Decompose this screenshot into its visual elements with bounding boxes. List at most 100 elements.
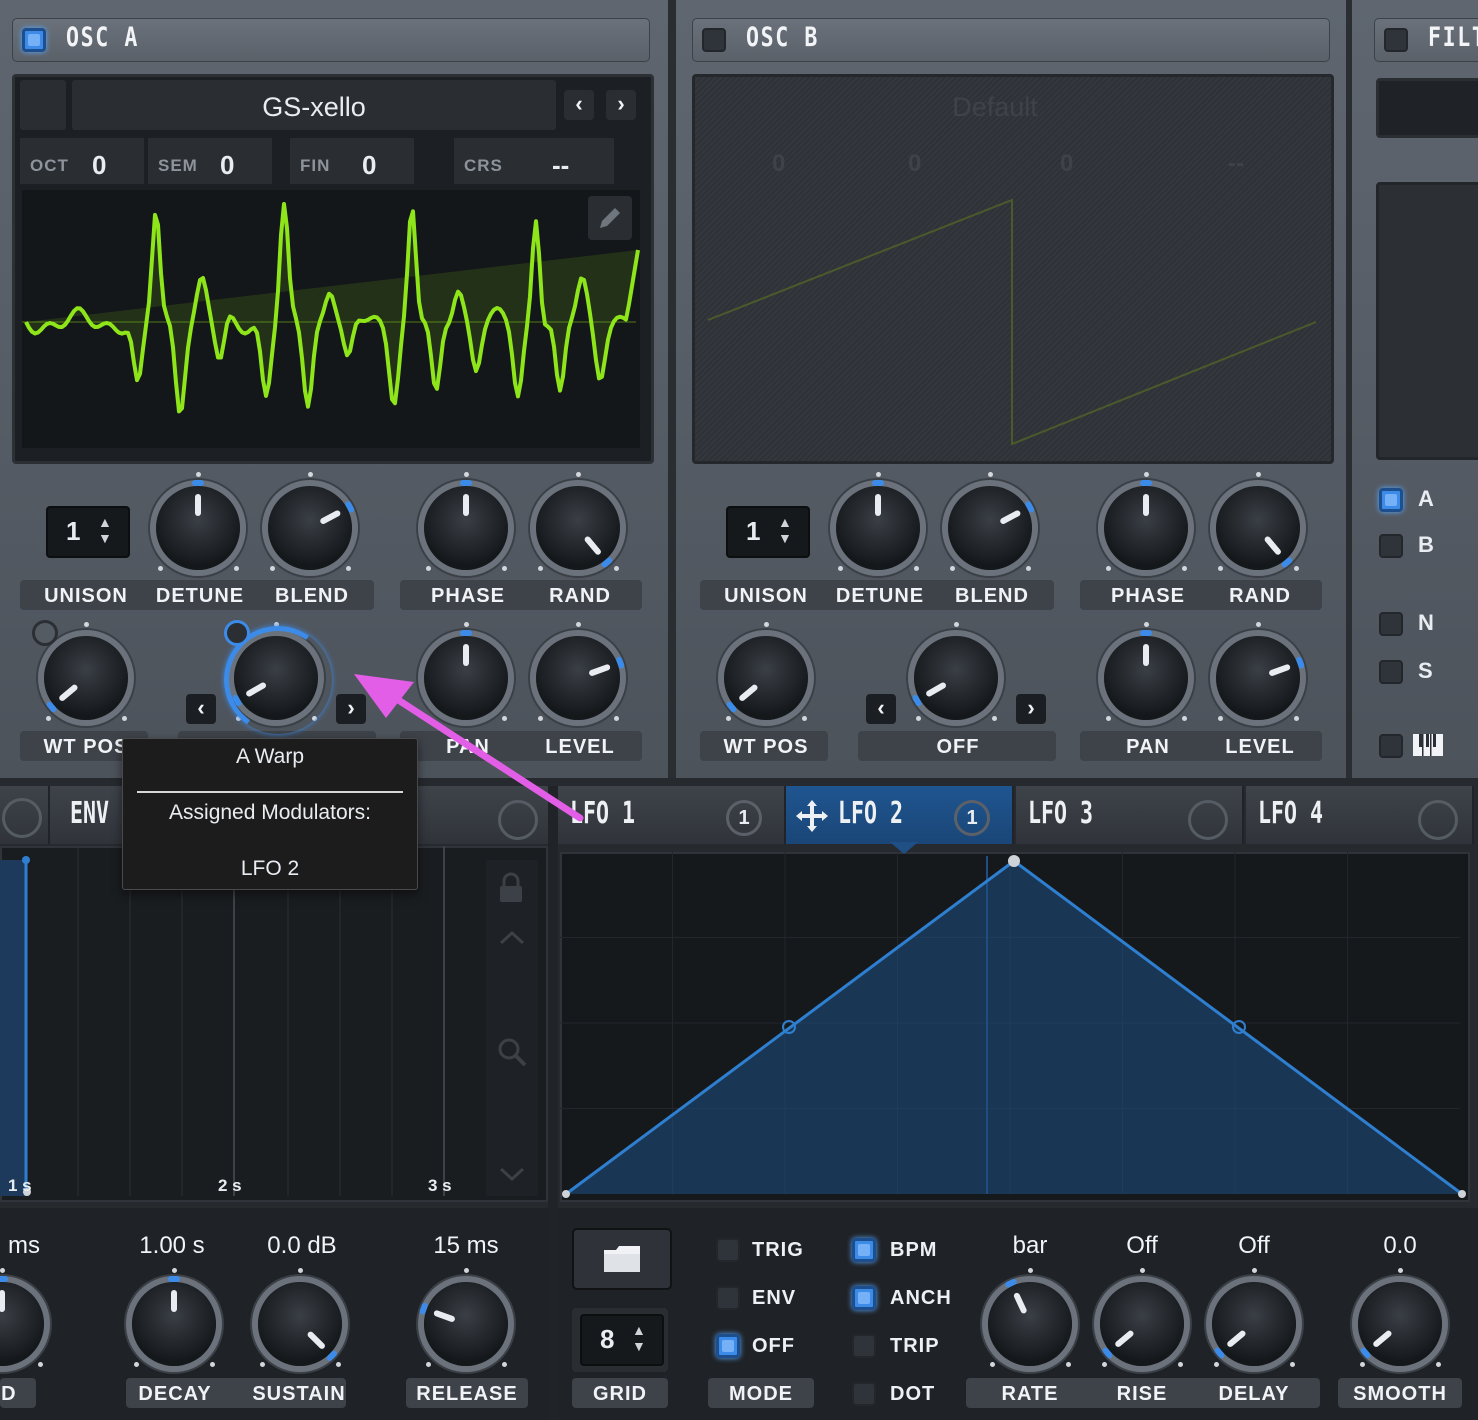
mod-source-icon[interactable]: [32, 620, 58, 646]
wavetable-menu[interactable]: [20, 80, 66, 130]
timing-checkbox[interactable]: [852, 1334, 876, 1358]
lfo-knob[interactable]: [988, 1277, 1072, 1366]
timing-checkbox[interactable]: [852, 1382, 876, 1406]
env-time-1: 1 s: [8, 1176, 32, 1195]
env-knob[interactable]: [258, 1282, 342, 1366]
filter-type-field[interactable]: [1376, 78, 1478, 138]
lfo-knob[interactable]: [1212, 1282, 1296, 1366]
preset-folder-button[interactable]: [572, 1228, 672, 1290]
lfo-mod-count: 1: [726, 800, 762, 836]
env-value[interactable]: 15 ms: [406, 1232, 526, 1260]
knob-tick-right: [1182, 716, 1187, 721]
env-value[interactable]: ms: [0, 1232, 40, 1260]
osc-a-unison-stepper[interactable]: 1 ▲ ▼: [46, 506, 130, 558]
filter-route-checkbox[interactable]: [1379, 660, 1403, 684]
osc-b-waveform: [707, 198, 1317, 446]
knob-tick-left: [950, 566, 955, 571]
lfo-knob[interactable]: [1358, 1282, 1442, 1366]
knob-indicator: [1268, 663, 1291, 677]
env-value[interactable]: 1.00 s: [112, 1232, 232, 1260]
osc-a-label-phase: PHASE: [431, 585, 505, 607]
pitch-value[interactable]: 0: [220, 150, 234, 181]
osc-b-row2-knob[interactable]: [724, 636, 808, 720]
lock-icon[interactable]: [496, 872, 526, 904]
osc-a-row2-knob[interactable]: [44, 636, 128, 720]
scroll-down-icon[interactable]: [498, 1164, 526, 1184]
osc-b-blend-knob[interactable]: [948, 486, 1036, 570]
osc-b-detune-knob[interactable]: [836, 480, 920, 570]
lfo-value[interactable]: bar: [970, 1232, 1090, 1260]
knob-tick-right: [1290, 1362, 1295, 1367]
knob-tick-left: [426, 1362, 431, 1367]
osc-a-rand-knob[interactable]: [536, 486, 620, 570]
knob-tick-right: [614, 716, 619, 721]
lfo-tab-pointer: [890, 842, 918, 854]
lfo-value[interactable]: Off: [1194, 1232, 1314, 1260]
osc-b-fin-value: 0: [1060, 150, 1074, 177]
filter-enable-checkbox[interactable]: [1384, 28, 1408, 52]
grid-label: GRID: [593, 1383, 647, 1405]
osc-b-crs-value: --: [1228, 150, 1244, 177]
osc-b-row2-knob[interactable]: [911, 636, 998, 720]
timing-checkbox[interactable]: [852, 1286, 876, 1310]
knob-tick-right: [1294, 566, 1299, 571]
osc-b-warp-next-button[interactable]: ›: [1016, 694, 1046, 724]
osc-a-enable-checkbox[interactable]: [22, 28, 46, 52]
grid-stepper[interactable]: 8 ▲ ▼: [580, 1314, 664, 1366]
filter-route-checkbox[interactable]: [1379, 534, 1403, 558]
osc-b-row2-knob[interactable]: [1216, 636, 1306, 720]
knob-value-marker: [1140, 480, 1152, 486]
osc-b-warp-prev-button[interactable]: ‹: [866, 694, 896, 724]
osc-b-phase-knob[interactable]: [1104, 480, 1188, 570]
knob-tick-right: [1294, 716, 1299, 721]
env-time-2: 2 s: [218, 1176, 242, 1195]
mod-source-icon[interactable]: [224, 620, 250, 646]
filter-route-checkbox[interactable]: [1379, 488, 1403, 512]
lfo-knob[interactable]: [1100, 1282, 1184, 1366]
knob-indicator: [195, 494, 201, 516]
keytrack-checkbox[interactable]: [1379, 734, 1403, 758]
piano-keys-icon: [1413, 734, 1443, 756]
pitch-value[interactable]: 0: [92, 150, 106, 181]
knob-tick-left: [260, 1362, 265, 1367]
env-value[interactable]: 0.0 dB: [242, 1232, 362, 1260]
knob-tick-left: [134, 1362, 139, 1367]
drag-move-icon[interactable]: [794, 798, 830, 834]
osc-b-row2-knob[interactable]: [1104, 630, 1188, 720]
mode-checkbox[interactable]: [716, 1334, 740, 1358]
knob-indicator: [999, 509, 1022, 526]
osc-a-detune-knob[interactable]: [156, 480, 240, 570]
stepper-arrows-icon: ▲ ▼: [778, 514, 792, 546]
filter-route-checkbox[interactable]: [1379, 612, 1403, 636]
osc-a-warp-prev-button[interactable]: ‹: [186, 694, 216, 724]
mode-checkbox[interactable]: [716, 1238, 740, 1262]
zoom-icon[interactable]: [496, 1036, 528, 1068]
knob-tick-top: [308, 472, 313, 477]
knob-tick-left: [426, 566, 431, 571]
osc-a-label-unison: UNISON: [44, 585, 128, 607]
osc-a-label-rand: RAND: [549, 585, 611, 607]
knob-tick-right: [502, 566, 507, 571]
mode-checkbox[interactable]: [716, 1286, 740, 1310]
osc-b-rand-knob[interactable]: [1216, 486, 1300, 570]
timing-checkbox[interactable]: [852, 1238, 876, 1262]
pitch-value[interactable]: 0: [362, 150, 376, 181]
timing-check-label: ANCH: [890, 1287, 952, 1309]
osc-b-enable-checkbox[interactable]: [702, 28, 726, 52]
osc-a-label-blend: BLEND: [275, 585, 349, 607]
next-wavetable-button[interactable]: ›: [606, 90, 636, 120]
knob-tick-right: [1178, 1362, 1183, 1367]
env-knob[interactable]: [132, 1276, 216, 1366]
lfo-value[interactable]: Off: [1082, 1232, 1202, 1260]
osc-b-label-row2: OFF: [936, 736, 980, 758]
lfo-value[interactable]: 0.0: [1340, 1232, 1460, 1260]
osc-a-phase-knob[interactable]: [424, 480, 508, 570]
scroll-up-icon[interactable]: [498, 928, 526, 948]
pitch-value[interactable]: --: [552, 150, 569, 181]
env-knob[interactable]: [418, 1282, 508, 1366]
osc-b-unison-stepper[interactable]: 1 ▲ ▼: [726, 506, 810, 558]
prev-wavetable-button[interactable]: ‹: [564, 90, 594, 120]
knob-tick-top: [954, 622, 959, 627]
osc-a-blend-knob[interactable]: [268, 486, 356, 570]
filter-route-label: N: [1418, 610, 1434, 635]
